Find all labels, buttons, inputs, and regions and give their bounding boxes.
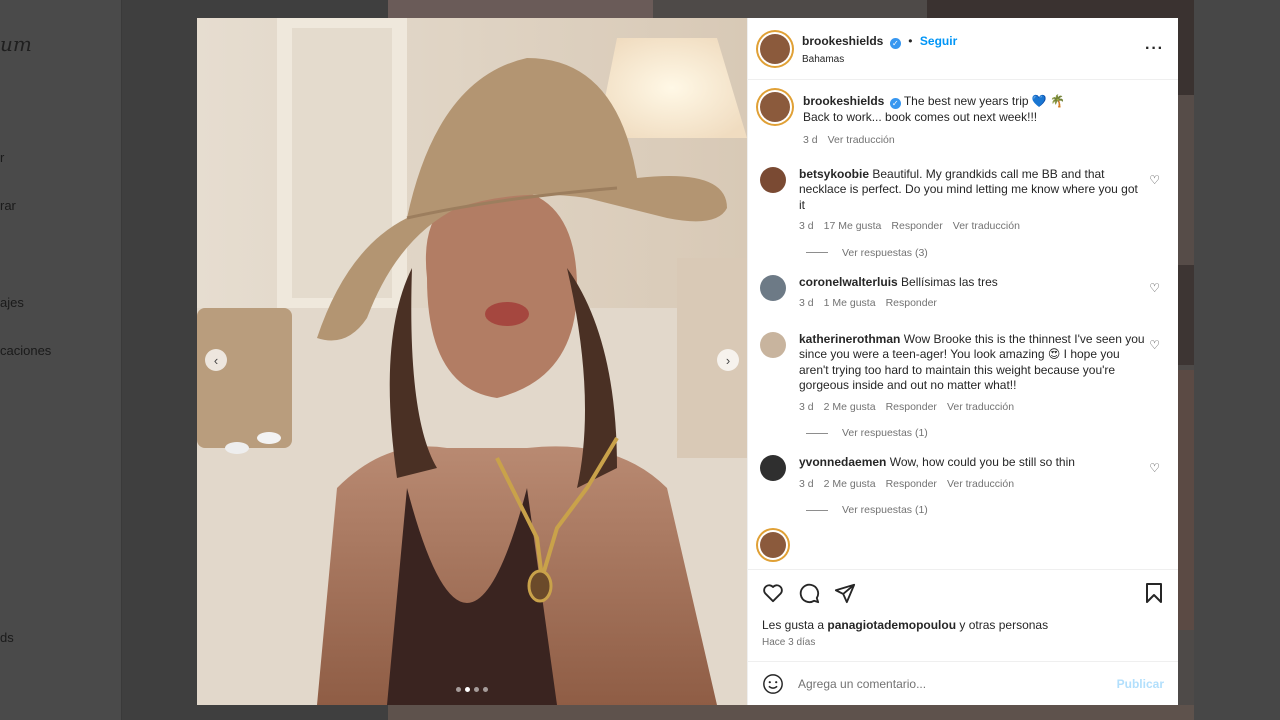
heart-icon[interactable]: ♡	[1149, 461, 1160, 475]
comment-likes[interactable]: 2 Me gusta	[824, 477, 876, 493]
comment-username[interactable]: yvonnedaemen	[799, 455, 886, 469]
author-avatar[interactable]	[760, 33, 790, 64]
comment-likes[interactable]: 1 Me gusta	[824, 296, 876, 312]
comment-username[interactable]: katherinerothman	[799, 332, 900, 346]
carousel-dots	[197, 687, 747, 692]
translate-link[interactable]: Ver traducción	[947, 400, 1014, 416]
comment-time[interactable]: 3 d	[799, 400, 814, 416]
reply-button[interactable]: Responder	[891, 219, 942, 235]
verified-badge-icon: ✓	[889, 98, 901, 109]
liker-username[interactable]: panagiotademopoulou	[827, 618, 956, 632]
commenter-avatar[interactable]	[760, 532, 786, 558]
background-sidebar: um r rar ajes caciones ds	[0, 0, 122, 720]
caption-text: Back to work... book comes out next week…	[803, 109, 1038, 124]
comment-text: Bellísimas las tres	[901, 274, 998, 289]
comment-time[interactable]: 3 d	[799, 477, 814, 493]
comment-likes[interactable]: 17 Me gusta	[824, 219, 882, 235]
comments-list[interactable]: brookeshields ✓ The best new years trip …	[748, 80, 1178, 569]
post-image	[197, 18, 747, 705]
commenter-avatar[interactable]	[760, 331, 786, 358]
add-comment-bar: Publicar	[748, 661, 1178, 705]
post-location[interactable]: Bahamas	[802, 54, 1145, 65]
reply-button[interactable]: Responder	[886, 400, 937, 416]
comment-time[interactable]: 3 d	[799, 296, 814, 312]
comment-username[interactable]: coronelwalterluis	[799, 275, 898, 289]
emoji-icon[interactable]	[762, 673, 784, 695]
background-nav-item[interactable]: caciones	[0, 343, 51, 358]
comment: betsykoobie Beautiful. My grandkids call…	[760, 166, 1164, 235]
caption: brookeshields ✓ The best new years trip …	[760, 92, 1164, 149]
heart-icon[interactable]: ♡	[1149, 173, 1160, 187]
likes-summary[interactable]: Les gusta a panagiotademopoulou y otras …	[762, 618, 1164, 632]
author-username[interactable]: brookeshields	[802, 34, 883, 48]
comment-partial	[760, 532, 1164, 558]
chevron-left-icon: ‹	[213, 352, 219, 368]
publish-button[interactable]: Publicar	[1117, 677, 1164, 691]
post-modal: ‹ › brookeshields ✓ • Seguir Bahamas ···	[197, 18, 1178, 705]
chevron-right-icon: ›	[725, 352, 731, 368]
bookmark-icon[interactable]	[1144, 582, 1164, 604]
heart-icon[interactable]: ♡	[1149, 338, 1160, 352]
follow-button[interactable]: Seguir	[920, 34, 957, 48]
view-replies-button[interactable]: Ver respuestas (1)	[806, 504, 1164, 516]
translate-link[interactable]: Ver traducción	[828, 133, 895, 149]
comment-username[interactable]: betsykoobie	[799, 167, 869, 181]
commenter-avatar[interactable]	[760, 455, 786, 481]
caption-text: The best new years trip 💙 🌴	[903, 94, 1066, 108]
reply-button[interactable]: Responder	[886, 296, 937, 312]
background-nav-item[interactable]: r	[0, 150, 4, 165]
share-send-icon[interactable]	[834, 582, 856, 604]
separator-dot: •	[908, 34, 913, 48]
more-options-icon[interactable]: ···	[1145, 40, 1164, 58]
comment-input[interactable]	[798, 676, 1103, 691]
comment-time[interactable]: 3 d	[799, 219, 814, 235]
post-photo[interactable]: ‹ ›	[197, 18, 747, 705]
view-replies-button[interactable]: Ver respuestas (1)	[806, 427, 1164, 439]
heart-icon[interactable]: ♡	[1149, 281, 1160, 295]
comment-text: Wow, how could you be still so thin	[889, 455, 1075, 469]
post-header: brookeshields ✓ • Seguir Bahamas ···	[748, 18, 1178, 80]
next-photo-button[interactable]: ›	[717, 349, 739, 371]
translate-link[interactable]: Ver traducción	[947, 477, 1014, 493]
background-logo: um	[0, 32, 32, 56]
commenter-avatar[interactable]	[760, 166, 786, 193]
translate-link[interactable]: Ver traducción	[953, 219, 1020, 235]
background-nav-item[interactable]: ajes	[0, 295, 24, 310]
reply-button[interactable]: Responder	[886, 477, 937, 493]
background-right-area	[1194, 0, 1280, 720]
caption-username[interactable]: brookeshields	[803, 94, 884, 108]
post-actions: Les gusta a panagiotademopoulou y otras …	[748, 569, 1178, 661]
post-side-panel: brookeshields ✓ • Seguir Bahamas ··· bro…	[747, 18, 1178, 705]
verified-badge-icon: ✓	[889, 38, 901, 49]
background-nav-item[interactable]: rar	[0, 198, 16, 213]
carousel-dot-active	[465, 687, 470, 692]
background-nav-item[interactable]: ds	[0, 630, 14, 645]
view-replies-button[interactable]: Ver respuestas (3)	[806, 247, 1164, 259]
post-date[interactable]: Hace 3 días	[762, 637, 1164, 648]
previous-photo-button[interactable]: ‹	[205, 349, 227, 371]
comment: yvonnedaemen Wow, how could you be still…	[760, 455, 1164, 492]
commenter-avatar[interactable]	[760, 274, 786, 301]
comment-bubble-icon[interactable]	[798, 582, 820, 604]
comment-likes[interactable]: 2 Me gusta	[824, 400, 876, 416]
comment: katherinerothman Wow Brooke this is the …	[760, 331, 1164, 416]
comment: coronelwalterluis Bellísimas las tres 3 …	[760, 274, 1164, 312]
author-avatar[interactable]	[760, 92, 790, 122]
carousel-dot	[456, 687, 461, 692]
caption-time[interactable]: 3 d	[803, 133, 818, 149]
carousel-dot	[483, 687, 488, 692]
like-heart-icon[interactable]	[762, 583, 784, 603]
carousel-dot	[474, 687, 479, 692]
